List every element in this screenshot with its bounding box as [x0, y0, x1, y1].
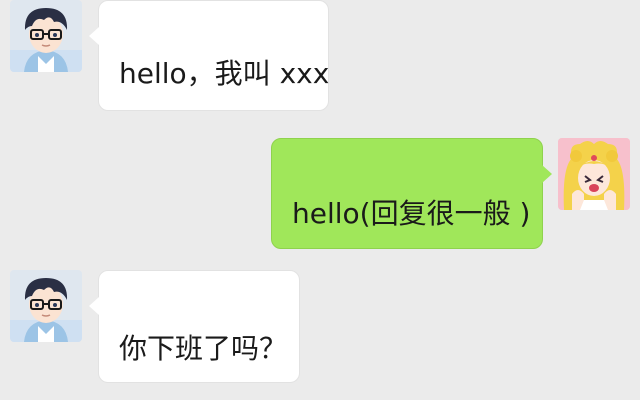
contact-avatar[interactable]	[10, 270, 82, 342]
message-text: 你下班了吗？	[119, 331, 288, 365]
bubble-tail	[542, 165, 552, 183]
incoming-message-bubble[interactable]: 你下班了吗？	[89, 270, 300, 383]
bubble-tail	[89, 297, 99, 315]
boy-glasses-avatar-icon	[10, 0, 82, 72]
self-avatar[interactable]	[558, 138, 630, 210]
message-text: hello(回复很一般 )	[292, 196, 531, 230]
boy-glasses-avatar-icon	[10, 270, 82, 342]
incoming-message-bubble[interactable]: hello，我叫 xxx	[89, 0, 330, 111]
outgoing-message-bubble[interactable]: hello(回复很一般 )	[271, 138, 552, 249]
chat-thread: hello，我叫 xxx hello(回复很一般 ) 你下班了吗？	[0, 0, 640, 400]
bubble-tail	[89, 27, 99, 45]
girl-blonde-avatar-icon	[558, 138, 630, 210]
message-text: hello，我叫 xxx	[119, 56, 330, 90]
contact-avatar[interactable]	[10, 0, 82, 72]
